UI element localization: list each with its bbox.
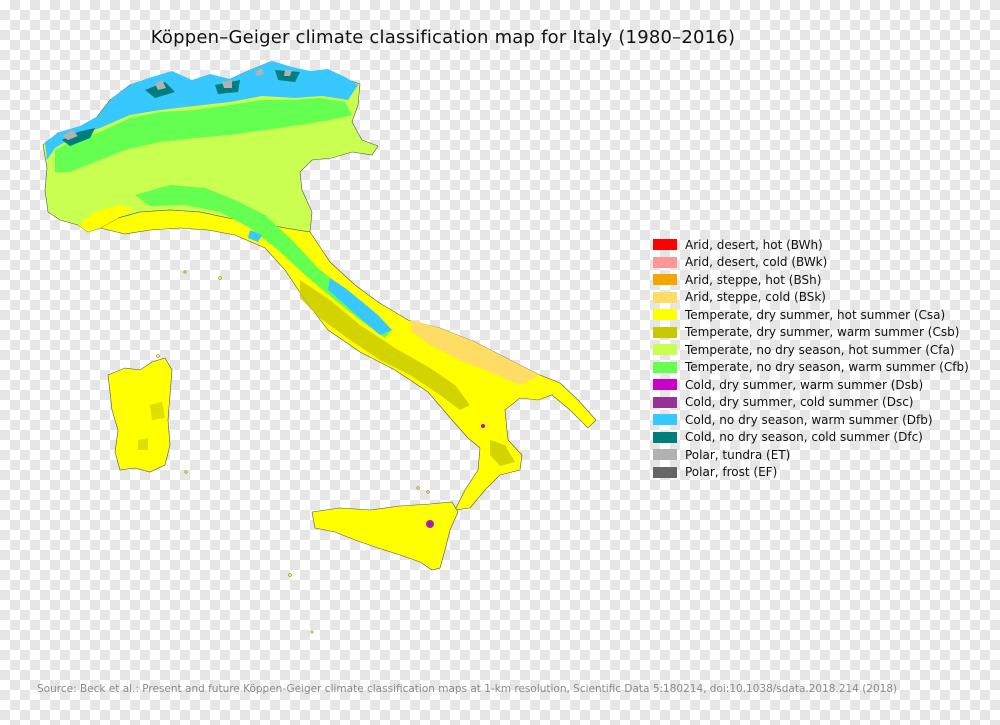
legend-swatch <box>653 291 677 303</box>
small-island <box>184 470 188 474</box>
legend-item: Temperate, no dry season, warm summer (C… <box>653 359 969 377</box>
legend-label: Polar, frost (EF) <box>685 465 778 480</box>
legend-swatch <box>653 239 677 251</box>
legend-swatch <box>653 431 677 443</box>
legend-label: Temperate, dry summer, warm summer (Csb) <box>685 325 960 340</box>
small-island <box>416 486 420 490</box>
legend-label: Arid, desert, hot (BWh) <box>685 237 823 252</box>
legend-label: Arid, steppe, hot (BSh) <box>685 272 822 287</box>
legend-label: Cold, no dry season, warm summer (Dfb) <box>685 412 933 427</box>
legend-item: Cold, no dry season, warm summer (Dfb) <box>653 411 969 429</box>
legend-swatch <box>653 344 677 356</box>
legend-label: Arid, steppe, cold (BSk) <box>685 290 826 305</box>
small-island <box>426 490 430 494</box>
legend-swatch <box>653 414 677 426</box>
legend-swatch <box>653 379 677 391</box>
legend-swatch <box>653 274 677 286</box>
legend-swatch <box>653 466 677 478</box>
legend-item: Cold, dry summer, cold summer (Dsc) <box>653 394 969 412</box>
legend-swatch <box>653 326 677 338</box>
calabria-dsb-marker <box>481 424 485 428</box>
legend-label: Arid, desert, cold (BWk) <box>685 255 828 270</box>
legend-swatch <box>653 449 677 461</box>
legend-label: Cold, dry summer, cold summer (Dsc) <box>685 395 914 410</box>
legend-item: Temperate, dry summer, warm summer (Csb) <box>653 324 969 342</box>
legend: Arid, desert, hot (BWh) Arid, desert, col… <box>653 236 969 481</box>
mainland-csa-region <box>99 209 597 511</box>
legend-item: Cold, no dry season, cold summer (Dfc) <box>653 429 969 447</box>
legend-label: Cold, no dry season, cold summer (Dfc) <box>685 430 923 445</box>
small-island <box>288 573 292 577</box>
etna-core <box>428 522 432 526</box>
legend-swatch <box>653 361 677 373</box>
small-island <box>156 354 160 358</box>
sicily-island <box>311 501 459 571</box>
legend-item: Temperate, dry summer, hot summer (Csa) <box>653 306 969 324</box>
legend-item: Arid, desert, hot (BWh) <box>653 236 969 254</box>
legend-item: Polar, frost (EF) <box>653 464 969 482</box>
legend-label: Temperate, no dry season, warm summer (C… <box>685 360 969 375</box>
legend-item: Arid, steppe, cold (BSk) <box>653 289 969 307</box>
small-island <box>310 630 314 634</box>
legend-swatch <box>653 309 677 321</box>
legend-label: Cold, dry summer, warm summer (Dsb) <box>685 377 924 392</box>
source-citation: Source: Beck et al.: Present and future … <box>37 683 898 695</box>
legend-label: Temperate, dry summer, hot summer (Csa) <box>685 307 946 322</box>
legend-label: Temperate, no dry season, hot summer (Cf… <box>685 342 955 357</box>
small-island <box>183 270 187 274</box>
legend-item: Temperate, no dry season, hot summer (Cf… <box>653 341 969 359</box>
legend-item: Polar, tundra (ET) <box>653 446 969 464</box>
legend-item: Arid, desert, cold (BWk) <box>653 254 969 272</box>
legend-item: Cold, dry summer, warm summer (Dsb) <box>653 376 969 394</box>
legend-label: Polar, tundra (ET) <box>685 447 791 462</box>
legend-swatch <box>653 256 677 268</box>
small-island <box>218 276 222 280</box>
legend-swatch <box>653 396 677 408</box>
legend-item: Arid, steppe, hot (BSh) <box>653 271 969 289</box>
